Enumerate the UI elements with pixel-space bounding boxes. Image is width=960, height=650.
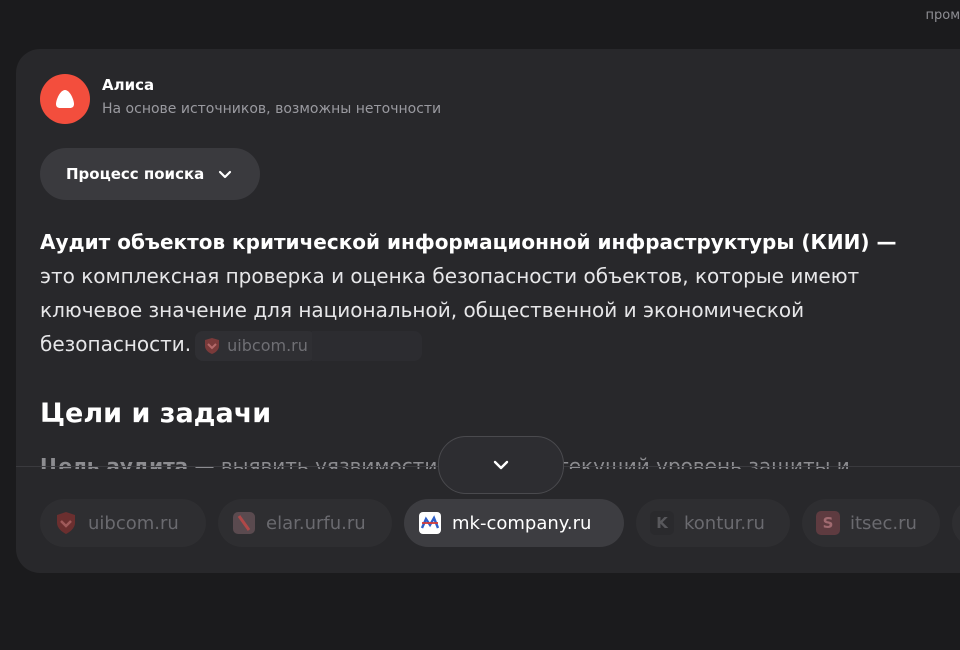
answer-bold-lead: Аудит объектов критической информационно… (40, 230, 870, 254)
source-chip-elar[interactable]: elar.urfu.ru (218, 499, 392, 547)
top-band: пром (0, 0, 960, 48)
source-label: uibcom.ru (88, 512, 179, 534)
alice-avatar (40, 74, 90, 124)
inline-source-chip[interactable]: uibcom.ru (195, 330, 316, 361)
search-process-button[interactable]: Процесс поиска (40, 148, 260, 200)
source-chip-itsec[interactable]: S itsec.ru (802, 499, 940, 547)
elar-logo-icon (232, 511, 256, 535)
source-label: elar.urfu.ru (266, 512, 366, 534)
inline-source-label: uibcom.ru (227, 335, 308, 355)
alice-answer-card: Алиса На основе источников, возможны нет… (16, 49, 960, 573)
search-process-label: Процесс поиска (66, 165, 205, 183)
mk-company-logo-icon (418, 511, 442, 535)
author-name: Алиса (102, 76, 155, 94)
kontur-k-icon: K (650, 511, 674, 535)
source-chip-mk-company[interactable]: mk-company.ru (404, 499, 624, 547)
source-chip-more[interactable] (952, 499, 960, 547)
expand-answer-button[interactable] (438, 436, 564, 494)
chevron-down-icon (493, 460, 509, 470)
answer-dash: — (869, 230, 897, 254)
itsec-s-icon: S (816, 511, 840, 535)
source-label: kontur.ru (684, 512, 765, 534)
uibcom-shield-icon (54, 511, 78, 535)
uibcom-shield-icon (205, 337, 220, 354)
clipped-link-line (230, 0, 650, 2)
answer-line-1: это комплексная проверка и оценка безопа… (40, 264, 860, 288)
author-subtitle: На основе источников, возможны неточност… (102, 101, 442, 117)
inline-source-placeholder (311, 330, 422, 361)
source-label: itsec.ru (850, 512, 917, 534)
clipped-top-text: пром (925, 8, 960, 23)
bottom-band (0, 585, 960, 650)
answer-line-3: безопасности. (40, 332, 192, 356)
source-chip-kontur[interactable]: K kontur.ru (636, 499, 790, 547)
source-label: mk-company.ru (452, 512, 592, 534)
alice-logo-icon (56, 90, 74, 108)
answer-line-2: ключевое значение для национальной, обще… (40, 298, 805, 322)
chevron-down-icon (219, 170, 232, 179)
answer-paragraph: Аудит объектов критической информационно… (40, 225, 940, 361)
section-heading: Цели и задачи (40, 398, 272, 429)
source-chip-uibcom[interactable]: uibcom.ru (40, 499, 206, 547)
